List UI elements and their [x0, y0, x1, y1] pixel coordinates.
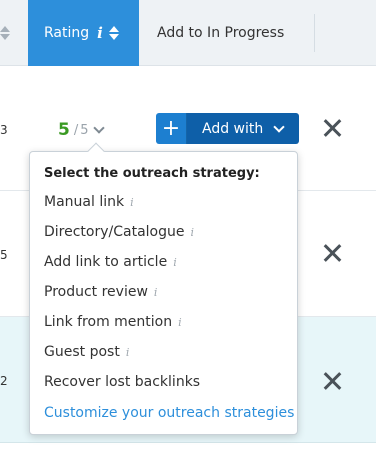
info-icon[interactable]: i	[126, 346, 130, 359]
column-header-rating[interactable]: Rating i	[28, 0, 139, 66]
sort-icon[interactable]	[0, 25, 10, 41]
row-value: 5	[0, 248, 8, 262]
strategy-label: Recover lost backlinks	[44, 374, 201, 390]
info-icon[interactable]: i	[97, 24, 103, 42]
add-button[interactable]: +	[156, 113, 187, 144]
add-with-button-group: + Add with	[156, 113, 299, 144]
strategy-option-link-from-mention[interactable]: Link from mention i	[44, 314, 182, 330]
info-icon[interactable]: i	[154, 286, 158, 299]
close-icon[interactable]	[322, 371, 342, 391]
strategy-label: Guest post	[44, 344, 120, 360]
info-icon[interactable]: i	[178, 316, 182, 329]
table-header: Rating i Add to In Progress	[0, 0, 376, 66]
strategy-option-guest-post[interactable]: Guest post i	[44, 344, 129, 360]
column-header-add-to-in-progress: Add to In Progress	[139, 0, 315, 66]
strategy-label: Link from mention	[44, 314, 173, 330]
row-value: 2	[0, 374, 8, 388]
strategy-option-manual-link[interactable]: Manual link i	[44, 194, 134, 210]
progress-header-label: Add to In Progress	[157, 25, 285, 41]
sort-icon[interactable]	[108, 25, 119, 41]
strategy-label: Product review	[44, 284, 148, 300]
strategy-option-add-link-to-article[interactable]: Add link to article i	[44, 254, 177, 270]
header-divider	[314, 14, 315, 52]
rating-header-label: Rating	[44, 25, 90, 41]
strategy-option-recover-lost-backlinks[interactable]: Recover lost backlinks	[44, 374, 200, 390]
close-icon[interactable]	[322, 243, 342, 263]
row-value: 3	[0, 123, 8, 137]
info-icon[interactable]: i	[130, 196, 134, 209]
rating-max: 5	[80, 122, 89, 138]
add-with-dropdown-button[interactable]: Add with	[187, 113, 299, 144]
strategy-label: Directory/Catalogue	[44, 224, 185, 240]
chevron-down-icon	[273, 120, 285, 133]
info-icon[interactable]: i	[173, 256, 177, 269]
add-with-label: Add with	[202, 120, 264, 137]
strategy-option-product-review[interactable]: Product review i	[44, 284, 157, 300]
customize-strategies-link[interactable]: Customize your outreach strategies	[44, 405, 294, 421]
dropdown-title: Select the outreach strategy:	[44, 166, 260, 181]
info-icon[interactable]: i	[191, 226, 195, 239]
chevron-down-icon[interactable]	[92, 122, 105, 134]
close-icon[interactable]	[322, 118, 342, 138]
strategy-label: Manual link	[44, 194, 125, 210]
strategy-option-directory-catalogue[interactable]: Directory/Catalogue i	[44, 224, 194, 240]
outreach-strategy-dropdown: Select the outreach strategy: Manual lin…	[29, 142, 298, 435]
strategy-label: Add link to article	[44, 254, 168, 270]
column-header-previous[interactable]	[0, 0, 28, 66]
rating-selector[interactable]: 5 / 5	[58, 120, 105, 140]
rating-score: 5	[58, 120, 70, 140]
rating-separator: /	[73, 122, 79, 138]
